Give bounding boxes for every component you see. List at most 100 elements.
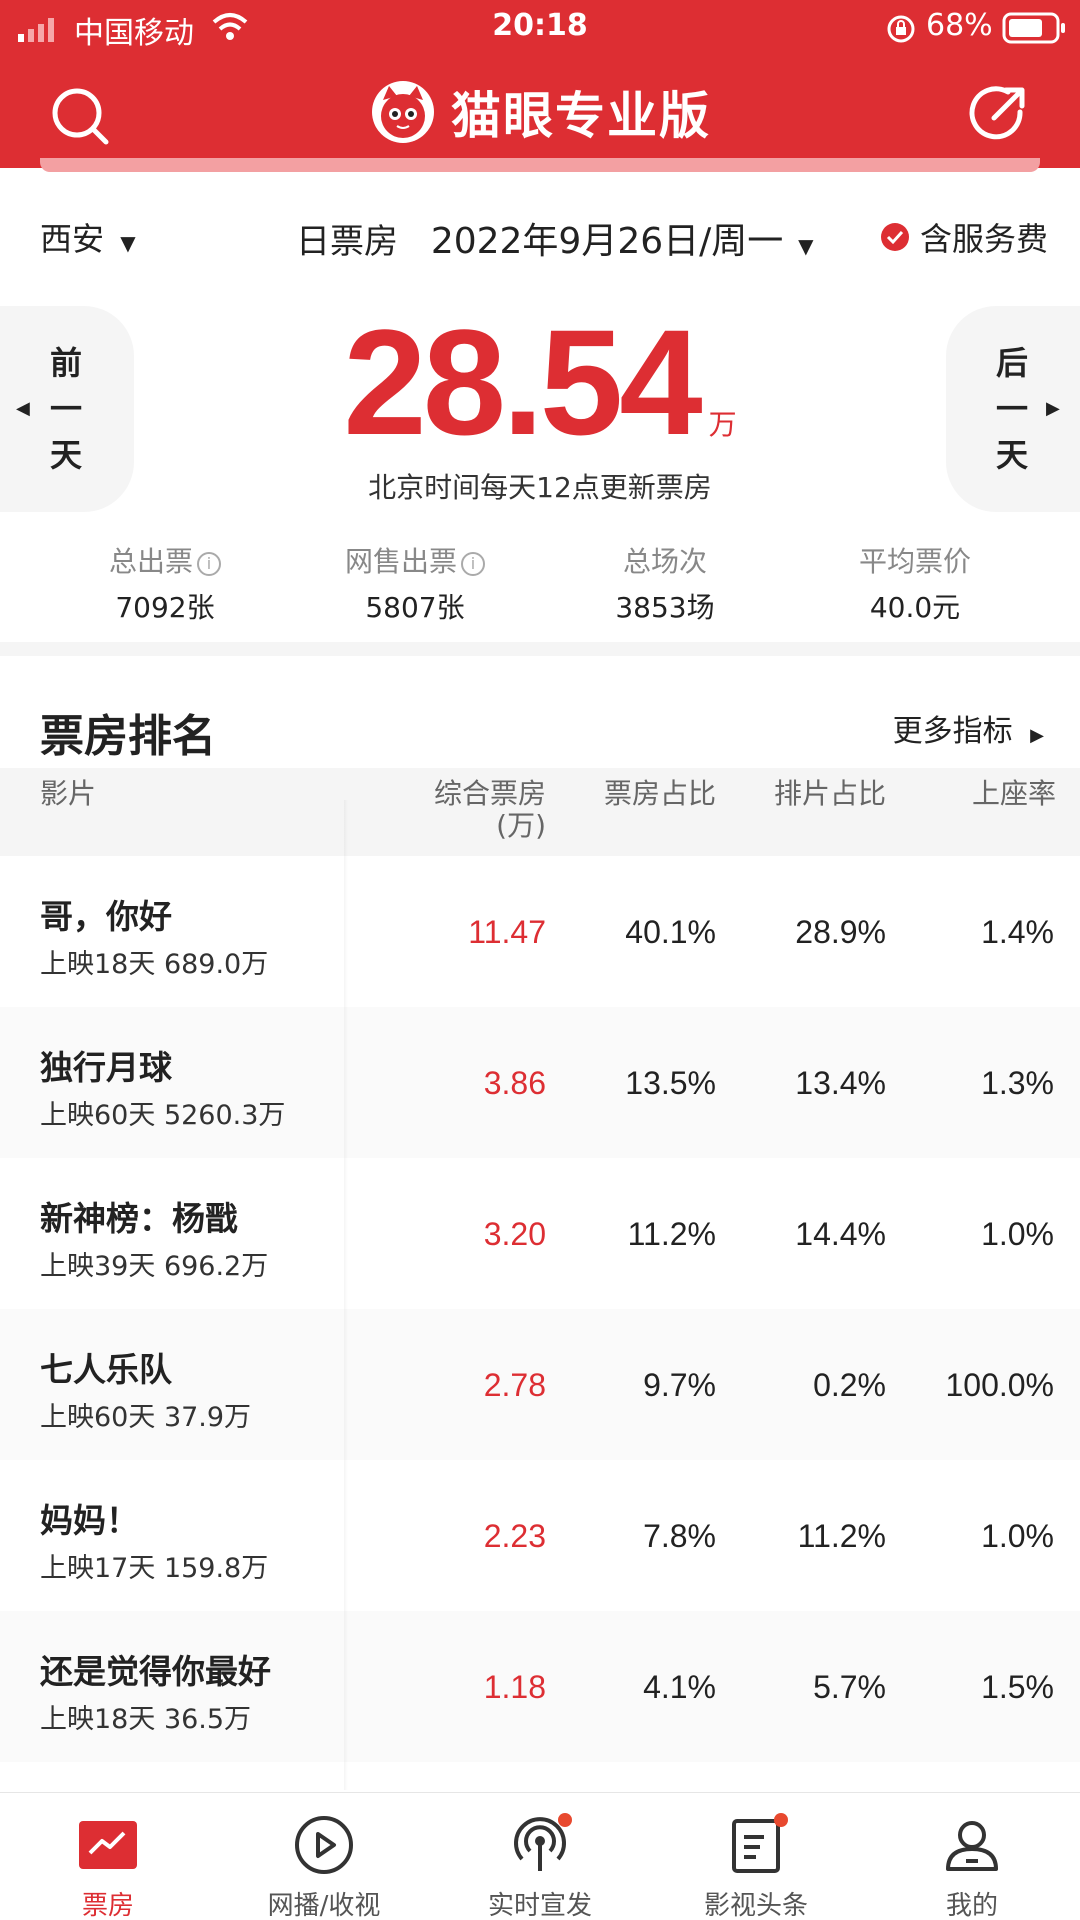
column-box-office-label: 综合票房 [433,777,546,810]
ranking-table-header: 影片 综合票房 (万) 票房占比 排片占比 上座率 [0,768,1080,856]
battery-percent: 68% [926,8,993,43]
tab-live-promo[interactable]: 实时宣发 [432,1793,648,1920]
table-row[interactable]: 七人乐队 上映60天 37.9万 2.78 9.7% 0.2% 100.0% [0,1309,1080,1460]
show-share-cell: 0.2% [813,1367,886,1403]
date-row: 西安 ▼ 日票房 2022年9月26日/周一 ▼ 含服务费 [0,200,1080,272]
app-title-text: 猫眼专业版 [451,87,711,145]
film-name: 还是觉得你最好 [40,1652,271,1691]
table-row[interactable]: 独行月球 上映60天 5260.3万 3.86 13.5% 13.4% 1.3% [0,1007,1080,1158]
box-office-cell: 2.23 [483,1518,546,1554]
stat-label: 平均票价 [858,545,971,578]
occupancy-cell: 1.5% [981,1669,1054,1705]
table-row[interactable]: 还是觉得你最好 上映18天 36.5万 1.18 4.1% 5.7% 1.5% [0,1611,1080,1762]
play-icon [295,1816,353,1874]
info-icon[interactable]: i [461,552,485,576]
info-icon[interactable]: i [197,552,221,576]
notification-dot [558,1813,572,1827]
clock: 20:18 [492,8,588,43]
rotation-lock-icon [887,15,915,43]
show-share-cell: 11.2% [797,1518,886,1554]
film-release-info: 上映18天 36.5万 [40,1704,252,1735]
stat-total-shows: 总场次 3853场 [540,540,790,626]
bo-share-cell: 40.1% [625,914,716,950]
battery-icon [1002,12,1065,44]
bo-share-cell: 7.8% [643,1518,716,1554]
box-office-value: 28.54 [343,298,702,466]
bo-share-cell: 9.7% [643,1367,716,1403]
occupancy-cell: 1.0% [981,1216,1054,1252]
film-name: 哥，你好 [40,897,172,936]
table-row[interactable]: 新神榜：杨戬 上映39天 696.2万 3.20 11.2% 14.4% 1.0… [0,1158,1080,1309]
film-name: 七人乐队 [40,1350,172,1389]
more-metrics-button[interactable]: 更多指标 ▶ [893,706,1044,750]
tab-news[interactable]: 影视头条 [648,1793,864,1920]
tab-box-office[interactable]: 票房 [0,1793,216,1920]
check-circle-icon [881,223,909,251]
stat-label: 总出票 [108,545,193,578]
box-office-cell: 3.20 [483,1216,546,1252]
chart-icon [79,1821,137,1869]
bo-share-cell: 4.1% [643,1669,716,1705]
stat-value: 7092张 [115,591,215,624]
box-office-type: 日票房 [296,222,398,262]
service-fee-toggle[interactable]: 含服务费 [880,214,1048,260]
tab-label: 我的 [945,1891,998,1920]
stat-value: 3853场 [615,591,715,624]
film-name: 独行月球 [40,1048,172,1087]
show-share-cell: 28.9% [795,914,886,950]
occupancy-cell: 1.0% [981,1518,1054,1554]
service-fee-label: 含服务费 [920,220,1049,258]
tab-label: 实时宣发 [487,1891,592,1920]
share-icon[interactable] [968,84,1028,144]
stat-label: 网售出票 [344,545,457,578]
film-name: 妈妈！ [40,1501,139,1540]
occupancy-cell: 1.3% [981,1065,1054,1101]
caret-right-icon: ▶ [1030,725,1044,746]
tab-label: 影视头条 [703,1891,808,1920]
box-office-cell: 3.86 [483,1065,546,1101]
stat-value: 40.0元 [869,591,961,624]
show-share-cell: 14.4% [795,1216,886,1252]
table-row[interactable]: 妈妈！ 上映17天 159.8万 2.23 7.8% 11.2% 1.0% [0,1460,1080,1611]
box-office-cell: 2.78 [483,1367,546,1403]
cat-logo-icon [372,81,434,143]
box-office-cell: 11.47 [468,914,546,950]
film-name: 新神榜：杨戬 [40,1199,238,1238]
tab-profile[interactable]: 我的 [864,1793,1080,1920]
stat-value: 5807张 [365,591,465,624]
chevron-down-icon: ▼ [120,231,136,255]
stat-online-tickets: 网售出票 i 5807张 [290,540,540,626]
chevron-down-icon: ▼ [798,234,814,258]
column-occupancy[interactable]: 上座率 [936,778,1056,810]
banner-peek [40,158,1040,172]
notification-dot [774,1813,788,1827]
ranking-title: 票房排名 [40,711,216,762]
film-release-info: 上映39天 696.2万 [40,1251,269,1282]
box-office-cell: 1.18 [483,1669,546,1705]
selected-date: 2022年9月26日/周一 [430,221,784,262]
date-selector[interactable]: 日票房 2022年9月26日/周一 ▼ [296,212,813,264]
stat-label: 总场次 [622,545,707,578]
more-metrics-label: 更多指标 [892,714,1013,749]
city-selector[interactable]: 西安 ▼ [40,214,136,260]
status-bar: 中国移动 20:18 68% [0,0,1080,56]
app-header: 猫眼专业版 [0,56,1080,168]
show-share-cell: 5.7% [813,1669,886,1705]
section-divider [0,642,1080,656]
stat-average-price: 平均票价 40.0元 [790,540,1040,626]
film-release-info: 上映60天 5260.3万 [40,1100,286,1131]
bottom-tab-bar: 票房 网播/收视 实时宣发 影视头条 我的 [0,1792,1080,1920]
occupancy-cell: 100.0% [945,1367,1054,1403]
frozen-column-shadow [344,800,348,1790]
app-title: 猫眼专业版 [0,56,1080,168]
box-office-unit: 万 [708,408,737,441]
bo-share-cell: 13.5% [625,1065,716,1101]
bo-share-cell: 11.2% [627,1216,716,1252]
stat-total-tickets: 总出票 i 7092张 [40,540,290,626]
table-row[interactable]: 哥，你好 上映18天 689.0万 11.47 40.1% 28.9% 1.4% [0,856,1080,1007]
column-bo-share[interactable]: 票房占比 [596,778,716,810]
tab-streaming[interactable]: 网播/收视 [216,1793,432,1920]
profile-icon [946,1821,998,1871]
column-show-share[interactable]: 排片占比 [766,778,886,810]
column-box-office[interactable]: 综合票房 (万) [410,778,546,842]
